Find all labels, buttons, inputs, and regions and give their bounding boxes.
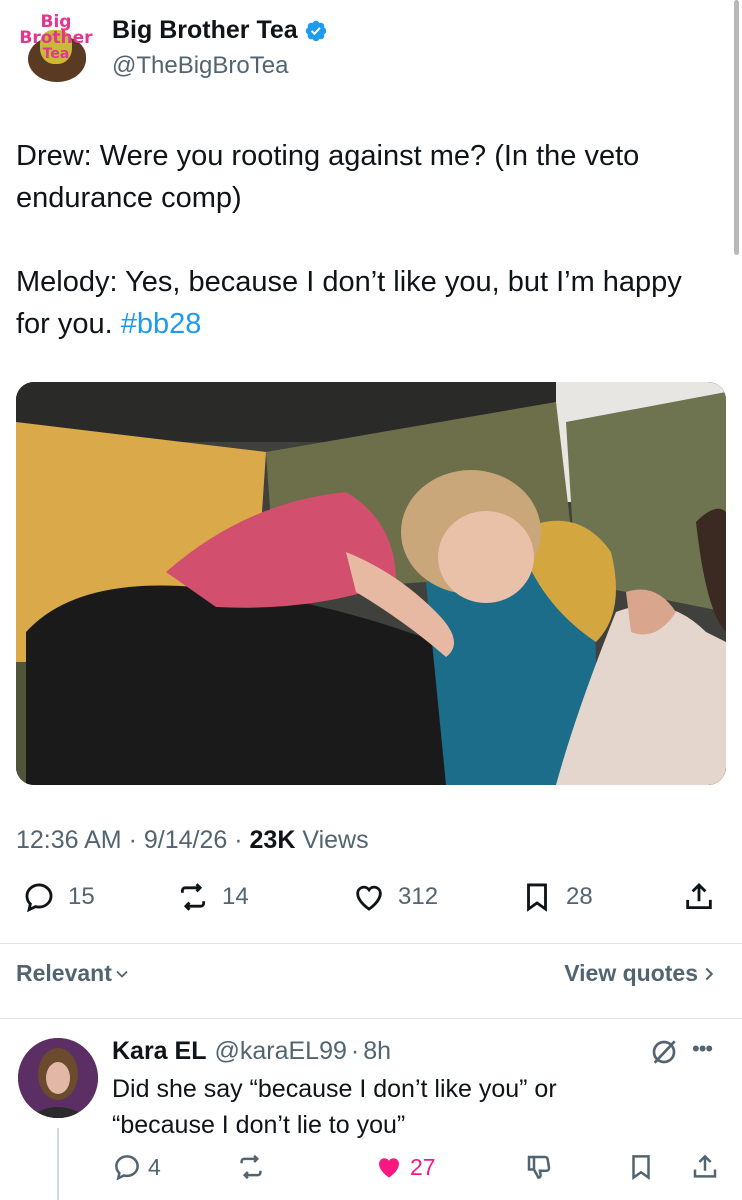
like-count: 312 [398, 883, 439, 910]
more-options-icon[interactable]: ••• [692, 1036, 713, 1062]
share-icon [686, 882, 712, 910]
avatar[interactable]: Big Brother Tea [14, 8, 98, 92]
bookmark-count: 28 [566, 883, 593, 910]
reply-like-button[interactable]: 27 [374, 1152, 436, 1182]
tweet-actions: 15 14 312 28 [16, 880, 726, 926]
scrollbar[interactable] [734, 0, 739, 255]
reply-actions: 4 27 [112, 1152, 732, 1188]
views-count: 23K [249, 826, 296, 854]
tweet-text-line: Drew: Were you rooting against me? (In t… [16, 140, 640, 214]
photo-illustration [16, 382, 726, 785]
verified-badge-icon [305, 20, 326, 41]
handle[interactable]: @TheBigBroTea [112, 52, 288, 80]
reply-repost-button[interactable] [236, 1152, 272, 1182]
display-name-text[interactable]: Big Brother Tea [112, 16, 298, 45]
reply-dislike-button[interactable] [524, 1152, 560, 1182]
tweet-time[interactable]: 12:36 AM [16, 826, 122, 854]
tweet-meta: 12:36 AM · 9/14/26 · 23K Views [16, 826, 369, 854]
repost-count: 14 [222, 883, 249, 910]
tweet-date[interactable]: 9/14/26 [144, 826, 227, 854]
views-label: Views [302, 826, 369, 854]
chevron-down-icon [116, 970, 128, 978]
chevron-right-icon [705, 967, 714, 980]
repost-button[interactable]: 14 [176, 880, 249, 914]
bookmark-icon [632, 1155, 650, 1181]
reply-icon [115, 1155, 139, 1181]
heart-icon [356, 885, 382, 911]
reply-like-count: 27 [410, 1153, 436, 1180]
reply-avatar[interactable] [18, 1038, 98, 1118]
share-icon [693, 1154, 717, 1178]
reply-bookmark-button[interactable] [626, 1152, 662, 1182]
reply-filter-row: Relevant View quotes [16, 960, 726, 990]
sort-dropdown[interactable]: Relevant [16, 960, 132, 987]
bookmark-icon [527, 883, 547, 912]
bookmark-button[interactable]: 28 [520, 880, 593, 914]
divider [0, 1018, 742, 1019]
divider [0, 943, 742, 944]
reply-display-name[interactable]: Kara EL [112, 1037, 206, 1066]
repost-icon [240, 1154, 262, 1180]
reply-text: Did she say “because I don’t like you” o… [112, 1075, 557, 1139]
tweet-text-line: Melody: Yes, because I don’t like you, b… [16, 266, 682, 340]
reply-icon [25, 883, 53, 913]
display-name[interactable]: Big Brother Tea [112, 16, 328, 45]
sort-dropdown-label: Relevant [16, 960, 112, 986]
share-button[interactable] [682, 880, 728, 914]
hashtag-link[interactable]: #bb28 [121, 308, 202, 340]
view-quotes-link[interactable]: View quotes [564, 960, 720, 987]
tweet-photo[interactable] [16, 382, 726, 785]
heart-filled-icon [378, 1158, 400, 1178]
reply-avatar-image [18, 1038, 98, 1118]
thread-line [57, 1128, 59, 1200]
tweet-text: Drew: Were you rooting against me? (In t… [16, 135, 716, 345]
reply-share-button[interactable] [690, 1152, 726, 1182]
reply-header: Kara EL @karaEL99 · 8h [112, 1037, 392, 1066]
repost-icon [180, 883, 206, 911]
view-quotes-label: View quotes [564, 960, 698, 986]
reply-button[interactable]: 15 [22, 880, 95, 914]
avatar-logo-text: Big Brother Tea [19, 12, 93, 63]
reply-time[interactable]: 8h [363, 1037, 391, 1066]
thumbs-down-icon [527, 1155, 551, 1179]
reply-count: 15 [68, 883, 95, 910]
reply-reply-button[interactable]: 4 [112, 1152, 161, 1182]
reply-handle[interactable]: @karaEL99 [214, 1037, 346, 1066]
reply-reply-count: 4 [148, 1153, 161, 1180]
grok-icon[interactable] [648, 1036, 680, 1068]
like-button[interactable]: 312 [352, 880, 438, 914]
